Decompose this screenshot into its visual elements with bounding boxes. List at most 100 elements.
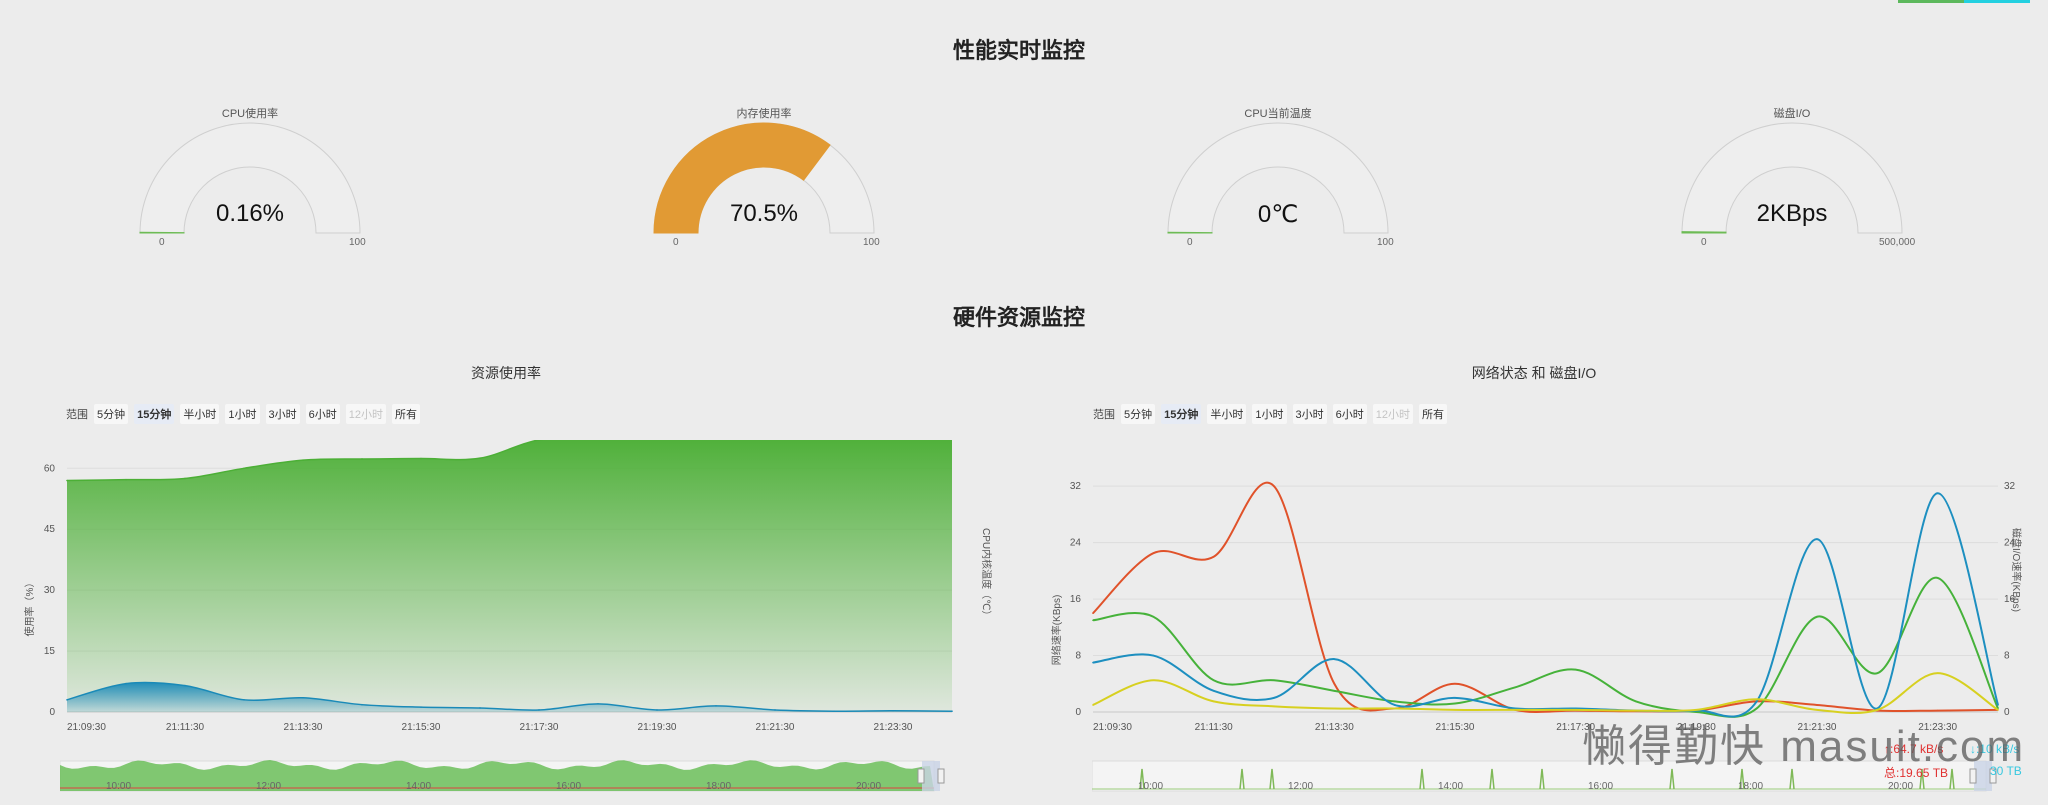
data-point <box>1454 682 1456 685</box>
data-point <box>1333 707 1336 710</box>
x-tick-label: 21:15:30 <box>1436 722 1475 733</box>
navigator-label: 12:00 <box>1288 781 1313 792</box>
x-tick-label: 21:13:30 <box>1315 722 1354 733</box>
data-point <box>1936 492 1939 495</box>
x-tick-label: 21:17:30 <box>520 722 559 733</box>
data-point <box>1816 704 1818 706</box>
data-point <box>1273 697 1275 699</box>
y2-tick-label: 16 <box>2004 594 2016 605</box>
navigator-label: 20:00 <box>856 781 881 792</box>
data-point <box>1152 679 1155 682</box>
x-tick-label: 21:21:30 <box>756 722 795 733</box>
navigator-label: 16:00 <box>556 781 581 792</box>
data-point <box>1273 485 1275 487</box>
data-point <box>125 682 127 685</box>
x-tick-label: 21:09:30 <box>1093 722 1132 733</box>
data-point <box>1755 698 1758 701</box>
network-disk-chart[interactable]: 0 08 816 1624 2432 3221:09:30 21:11:30 21:13:30… <box>1040 440 2040 740</box>
data-point <box>656 709 658 711</box>
resource-navigator[interactable]: 10:00 12:00 14:00 16:00 18:00 20:00 <box>60 755 960 801</box>
x-tick-label: 21:13:30 <box>284 722 323 733</box>
navigator-label: 10:00 <box>106 781 131 792</box>
x-tick-label: 21:09:30 <box>67 722 106 733</box>
data-point <box>892 709 894 712</box>
gauge-min-label: 0 <box>1701 237 1707 248</box>
data-point <box>1152 552 1155 555</box>
top-accent-cyan <box>1964 0 2030 3</box>
range-button[interactable]: 所有 <box>1419 404 1447 424</box>
y2-tick-label: 32 <box>2004 481 2016 492</box>
range-button[interactable]: 5分钟 <box>94 404 129 424</box>
y2-tick-label: 8 <box>2004 651 2010 662</box>
data-point <box>1514 709 1517 711</box>
series-line-3 <box>1092 672 1999 715</box>
range-label: 范围 <box>1093 409 1115 421</box>
data-point <box>243 699 245 701</box>
navigator-handle-right[interactable] <box>937 768 945 784</box>
gauge-max-label: 100 <box>863 237 880 248</box>
data-point <box>951 710 953 712</box>
data-point <box>184 684 186 687</box>
series-line-0 <box>1092 481 1999 714</box>
data-point <box>243 467 245 470</box>
range-button[interactable]: 3小时 <box>265 404 300 424</box>
range-button: 12小时 <box>1372 404 1413 424</box>
data-point <box>1092 704 1094 706</box>
data-point <box>1393 707 1396 710</box>
range-button[interactable]: 3小时 <box>1292 404 1327 424</box>
x-tick-label: 21:11:30 <box>1195 722 1234 733</box>
data-point <box>597 703 599 705</box>
data-point <box>1997 704 1999 706</box>
gauge-max-label: 100 <box>1377 237 1394 248</box>
data-point <box>1212 690 1215 692</box>
range-button[interactable]: 6小时 <box>1332 404 1367 424</box>
data-point <box>1212 700 1215 703</box>
range-button[interactable]: 5分钟 <box>1121 404 1156 424</box>
navigator-handle-left[interactable] <box>917 768 925 784</box>
data-point <box>1816 538 1818 540</box>
range-button[interactable]: 1小时 <box>1252 404 1287 424</box>
range-label: 范围 <box>66 409 88 421</box>
data-point <box>1152 654 1155 657</box>
data-point <box>1092 661 1094 664</box>
data-point <box>833 710 835 712</box>
resource-usage-chart[interactable]: 0 15 30 45 60 21:09:30 21:11:30 21:13:30 21:15:3… <box>0 440 980 740</box>
data-point <box>302 459 304 461</box>
data-point <box>302 696 304 699</box>
y-tick-label: 15 <box>44 646 56 657</box>
gauge-value: 2KBps <box>1756 200 1828 227</box>
navigator-label: 20:00 <box>1888 781 1913 792</box>
x-tick-label: 21:11:30 <box>166 722 205 733</box>
navigator-label: 12:00 <box>256 781 281 792</box>
data-point <box>1092 619 1094 622</box>
data-point <box>1574 668 1577 671</box>
realtime-section-title: 性能实时监控 <box>952 38 1085 63</box>
range-button[interactable]: 1小时 <box>225 404 260 424</box>
y2-tick-label: 24 <box>2004 538 2016 549</box>
range-button[interactable]: 15分钟 <box>134 404 175 424</box>
navigator-label: 18:00 <box>1738 781 1763 792</box>
data-point <box>1273 705 1275 708</box>
range-button[interactable]: 所有 <box>392 404 420 424</box>
data-point <box>1092 612 1094 614</box>
data-point <box>1755 700 1758 703</box>
data-point <box>1333 682 1336 685</box>
gauge-min-label: 0 <box>1187 237 1193 248</box>
data-point <box>1212 679 1215 682</box>
range-selector-left: 范围 5分钟 15分钟 半小时 1小时 3小时 6小时 12小时 所有 <box>66 404 426 424</box>
gauge-min-label: 0 <box>159 237 165 248</box>
range-button[interactable]: 15分钟 <box>1161 404 1202 424</box>
navigator-label: 10:00 <box>1138 781 1163 792</box>
hardware-section-title: 硬件资源监控 <box>952 305 1085 330</box>
data-point <box>1876 672 1879 674</box>
x-tick-label: 21:19:30 <box>638 722 677 733</box>
range-button[interactable]: 6小时 <box>305 404 340 424</box>
range-button[interactable]: 半小时 <box>180 404 220 424</box>
navigator-window[interactable] <box>922 761 940 791</box>
y-tick-label: 32 <box>1070 481 1082 492</box>
gauge-max-label: 100 <box>349 237 366 248</box>
data-point <box>1333 690 1336 692</box>
range-button[interactable]: 半小时 <box>1207 404 1247 424</box>
y-tick-label: 30 <box>44 585 56 596</box>
x-tick-label: 21:15:30 <box>402 722 441 733</box>
